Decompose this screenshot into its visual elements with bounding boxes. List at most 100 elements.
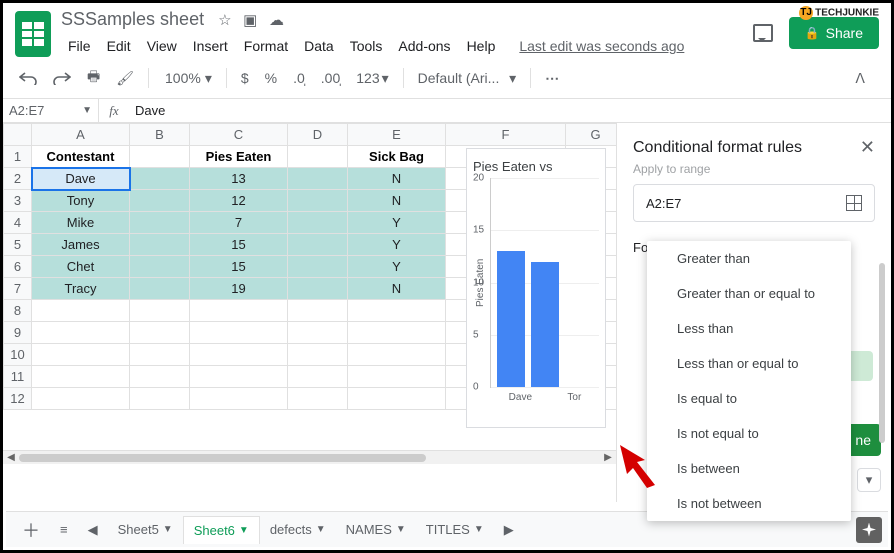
cell[interactable]: 13 [190, 168, 288, 190]
cell[interactable]: Y [348, 234, 446, 256]
cell[interactable]: N [348, 190, 446, 212]
cell[interactable]: 12 [190, 190, 288, 212]
percent-button[interactable]: % [259, 66, 283, 90]
scroll-left-button[interactable]: ◀ [3, 452, 19, 463]
cell[interactable] [130, 146, 190, 168]
currency-button[interactable]: $ [235, 66, 255, 90]
all-sheets-button[interactable]: ≡ [50, 516, 78, 543]
col-header[interactable]: D [288, 124, 348, 146]
menu-addons[interactable]: Add-ons [391, 34, 457, 58]
name-box[interactable]: A2:E7▼ [3, 99, 99, 122]
sheet-tab[interactable]: defects▼ [260, 516, 336, 544]
scroll-right-button[interactable]: ▶ [600, 452, 616, 463]
redo-button[interactable] [47, 67, 77, 89]
row-header[interactable]: 10 [4, 344, 32, 366]
cell[interactable]: Chet [32, 256, 130, 278]
format-rule-option[interactable]: Is not between [647, 486, 851, 521]
collapse-toolbar-button[interactable]: ᐱ [849, 66, 871, 91]
row-header[interactable]: 4 [4, 212, 32, 234]
cell[interactable] [348, 322, 446, 344]
cell[interactable] [288, 146, 348, 168]
row-header[interactable]: 7 [4, 278, 32, 300]
menu-tools[interactable]: Tools [343, 34, 390, 58]
cell[interactable] [130, 366, 190, 388]
cell[interactable]: 15 [190, 256, 288, 278]
format-rule-option[interactable]: Greater than or equal to [647, 276, 851, 311]
cell[interactable] [130, 234, 190, 256]
cell[interactable] [130, 256, 190, 278]
cell[interactable] [32, 366, 130, 388]
col-header[interactable]: B [130, 124, 190, 146]
range-input[interactable]: A2:E7 [633, 184, 875, 222]
col-header[interactable]: G [566, 124, 617, 146]
cell[interactable] [288, 388, 348, 410]
cell[interactable] [130, 344, 190, 366]
cell[interactable] [288, 344, 348, 366]
cell[interactable] [190, 388, 288, 410]
cell[interactable] [130, 212, 190, 234]
more-tools-button[interactable]: ⋯ [539, 66, 567, 91]
cell[interactable] [288, 234, 348, 256]
star-icon[interactable]: ☆ [218, 12, 231, 29]
row-header[interactable]: 2 [4, 168, 32, 190]
embedded-chart[interactable]: Pies Eaten vs Pies Eaten 05101520 DaveTo… [466, 148, 606, 428]
cell[interactable] [190, 300, 288, 322]
share-button[interactable]: 🔒Share [789, 17, 879, 49]
cell[interactable] [288, 278, 348, 300]
cell[interactable] [348, 366, 446, 388]
sheet-tab[interactable]: NAMES▼ [336, 516, 416, 544]
cell[interactable] [130, 278, 190, 300]
cell[interactable]: Tracy [32, 278, 130, 300]
row-header[interactable]: 5 [4, 234, 32, 256]
cell[interactable] [190, 344, 288, 366]
cell[interactable] [32, 300, 130, 322]
sheet-tab[interactable]: Sheet5▼ [108, 516, 183, 544]
decrease-decimal-button[interactable]: .0̩ [287, 66, 311, 90]
col-header[interactable]: F [446, 124, 566, 146]
format-rule-option[interactable]: Is not equal to [647, 416, 851, 451]
cell[interactable] [288, 168, 348, 190]
menu-insert[interactable]: Insert [186, 34, 235, 58]
formula-input[interactable]: Dave [129, 99, 891, 122]
spreadsheet-grid[interactable]: A B C D E F G 1 Contestant Pies Eaten Si… [3, 123, 616, 502]
last-edit-link[interactable]: Last edit was seconds ago [512, 34, 691, 58]
format-rule-option[interactable]: Is between [647, 451, 851, 486]
sheets-logo-icon[interactable] [15, 11, 51, 57]
cell[interactable] [32, 388, 130, 410]
cell[interactable] [288, 300, 348, 322]
cell[interactable] [130, 388, 190, 410]
sheet-tab[interactable]: TITLES▼ [416, 516, 494, 544]
cell[interactable] [130, 322, 190, 344]
row-header[interactable]: 6 [4, 256, 32, 278]
cell[interactable]: Sick Bag [348, 146, 446, 168]
number-format-select[interactable]: 123 ▾ [350, 66, 394, 91]
cell[interactable]: Dave [32, 168, 130, 190]
move-icon[interactable]: ▣ [243, 12, 257, 29]
row-header[interactable]: 3 [4, 190, 32, 212]
cell[interactable]: Contestant [32, 146, 130, 168]
cell[interactable] [288, 256, 348, 278]
scroll-thumb[interactable] [19, 454, 426, 462]
cell[interactable] [288, 322, 348, 344]
tabs-scroll-left[interactable]: ◀ [78, 516, 108, 544]
cell[interactable] [190, 366, 288, 388]
cell[interactable]: Y [348, 256, 446, 278]
tabs-scroll-right[interactable]: ▶ [494, 516, 524, 544]
cell[interactable] [190, 322, 288, 344]
cell[interactable]: 7 [190, 212, 288, 234]
scroll-thumb[interactable] [879, 263, 885, 443]
format-rule-option[interactable]: Is equal to [647, 381, 851, 416]
menu-data[interactable]: Data [297, 34, 341, 58]
close-icon[interactable]: ✕ [860, 137, 875, 158]
zoom-select[interactable]: 100% ▾ [157, 66, 218, 91]
cell[interactable]: Tony [32, 190, 130, 212]
cell[interactable] [288, 366, 348, 388]
paint-format-button[interactable]: 🖌 [110, 66, 140, 91]
comments-icon[interactable] [753, 24, 773, 42]
format-rule-option[interactable]: Less than or equal to [647, 346, 851, 381]
select-range-icon[interactable] [846, 195, 862, 211]
cell[interactable] [130, 190, 190, 212]
cell[interactable]: Y [348, 212, 446, 234]
row-header[interactable]: 11 [4, 366, 32, 388]
menu-file[interactable]: File [61, 34, 98, 58]
